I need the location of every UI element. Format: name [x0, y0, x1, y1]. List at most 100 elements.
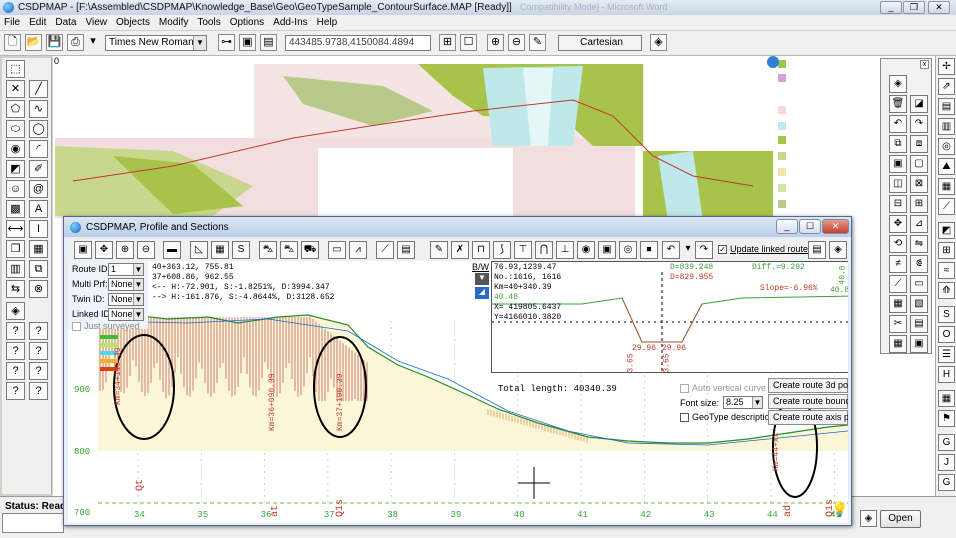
- new-file-icon[interactable]: 🗋: [4, 34, 21, 51]
- circle-tool-icon[interactable]: ◯: [29, 120, 48, 138]
- dlg-car-icon[interactable]: ⛍: [280, 241, 298, 259]
- update-linked-checkbox[interactable]: ✓ Update linked routes: [718, 244, 813, 255]
- line-tool-icon[interactable]: ╱: [29, 80, 48, 98]
- menu-add-ins[interactable]: Add-Ins: [273, 17, 307, 28]
- pencil-icon[interactable]: ✎: [529, 34, 546, 51]
- menu-file[interactable]: File: [4, 17, 20, 28]
- palette-group-icon[interactable]: ▣: [889, 155, 907, 173]
- palette-split-icon[interactable]: ◫: [889, 175, 907, 193]
- menu-modify[interactable]: Modify: [159, 17, 188, 28]
- query-cross-tool-icon[interactable]: ?: [29, 362, 48, 380]
- dlg-zoom-out-icon[interactable]: ⊖: [137, 241, 155, 259]
- palette-distribute-icon[interactable]: ⊞: [910, 195, 928, 213]
- triangle-down-icon[interactable]: ▼: [475, 273, 489, 285]
- open-file-icon[interactable]: 📂: [25, 34, 42, 51]
- query-tool-icon[interactable]: ?: [6, 322, 25, 340]
- zoom-in-icon[interactable]: ⊕: [487, 34, 504, 51]
- multi-prf-select[interactable]: None ▼: [108, 278, 144, 291]
- contour-icon[interactable]: ◎: [938, 138, 955, 155]
- bw-toggle[interactable]: B/W: [472, 262, 489, 272]
- dlg-image-icon[interactable]: ▣: [74, 241, 92, 259]
- palette-undo-icon[interactable]: ↶: [889, 115, 907, 133]
- dialog-maximize-button[interactable]: ☐: [799, 219, 821, 234]
- query-select-tool-icon[interactable]: ?: [29, 322, 48, 340]
- menu-view[interactable]: View: [85, 17, 107, 28]
- profile-view[interactable]: 76.93,1239.47 No.:1616, 1616 Km=40+340.3…: [68, 261, 848, 523]
- palette-merge-icon[interactable]: ⊠: [910, 175, 928, 193]
- text-tool-icon[interactable]: A: [29, 200, 48, 218]
- palette-trash-icon[interactable]: 🗑: [889, 95, 907, 113]
- surface-icon[interactable]: ◩: [938, 222, 955, 239]
- geotype-description-checkbox[interactable]: GeoType description: [680, 412, 775, 423]
- dimension-tool-icon[interactable]: ⟷: [6, 220, 25, 238]
- query-sum-tool-icon[interactable]: ?: [29, 382, 48, 400]
- just-surveyed-checkbox[interactable]: Just surveyed: [72, 321, 140, 332]
- palette-grid-icon[interactable]: ▦: [889, 335, 907, 353]
- minimize-button[interactable]: _: [880, 1, 902, 14]
- dlg-curve-icon[interactable]: ⟆: [493, 241, 511, 259]
- spiral-tool-icon[interactable]: @: [29, 180, 48, 198]
- dlg-zoom-in-icon[interactable]: ⊕: [116, 241, 134, 259]
- dlg-bus-icon[interactable]: ▣: [598, 241, 616, 259]
- menu-data[interactable]: Data: [55, 17, 76, 28]
- smiley-tool-icon[interactable]: ☺: [6, 180, 25, 198]
- dlg-redo-icon[interactable]: ↷: [695, 241, 713, 259]
- linked-id-select[interactable]: None ▼: [108, 308, 144, 321]
- create-route-boundary-button[interactable]: Create route boundary: [768, 394, 848, 409]
- image-icon[interactable]: ▣: [239, 34, 256, 51]
- palette-node-edit-icon[interactable]: ⧈: [910, 135, 928, 153]
- twin-id-select[interactable]: None ▼: [108, 293, 144, 306]
- dlg-layers-icon[interactable]: ◈: [829, 241, 847, 259]
- query-help-tool-icon[interactable]: ?: [29, 342, 48, 360]
- polygon-tool-icon[interactable]: ⬠: [6, 100, 25, 118]
- dlg-tunnel-icon[interactable]: ⋂: [535, 241, 553, 259]
- section-icon[interactable]: ▥: [938, 118, 955, 135]
- menu-objects[interactable]: Objects: [116, 17, 150, 28]
- ellipse-tool-icon[interactable]: ⬭: [6, 120, 25, 138]
- palette-image-icon[interactable]: ▣: [910, 335, 928, 353]
- print-icon[interactable]: ⎙: [67, 34, 84, 51]
- palette-hatch-icon[interactable]: ▧: [910, 295, 928, 313]
- flag-icon[interactable]: ⚑: [938, 410, 955, 427]
- font-size-select[interactable]: 8.25 ▼: [723, 396, 763, 409]
- dialog-close-button[interactable]: ✕: [822, 219, 849, 234]
- terrain-icon[interactable]: ⛰: [938, 158, 955, 175]
- list-icon[interactable]: ☰: [938, 346, 955, 363]
- dlg-bridge-icon[interactable]: ⊤: [514, 241, 532, 259]
- h-icon[interactable]: H: [938, 366, 955, 383]
- projection-field[interactable]: Cartesian: [558, 35, 642, 51]
- road-icon[interactable]: ⟰: [938, 282, 955, 299]
- dlg-crane-icon[interactable]: ⊥: [556, 241, 574, 259]
- palette-cut-icon[interactable]: ✂: [889, 315, 907, 333]
- snap-icon[interactable]: ✢: [938, 58, 955, 75]
- palette-offset-icon[interactable]: ⟃: [910, 255, 928, 273]
- cross-tool-icon[interactable]: ✕: [6, 80, 25, 98]
- menu-options[interactable]: Options: [230, 17, 264, 28]
- palette-shape-icon[interactable]: ▭: [910, 275, 928, 293]
- dlg-disabled-1-icon[interactable]: ⟋: [376, 241, 394, 259]
- color-grid-icon[interactable]: ▦: [938, 390, 955, 407]
- chart-tool-icon[interactable]: ▥: [6, 260, 25, 278]
- palette-align-icon[interactable]: ⊟: [889, 195, 907, 213]
- route-icon[interactable]: ⇗: [938, 78, 955, 95]
- palette-node-icon[interactable]: ⧉: [889, 135, 907, 153]
- marker-tool-icon[interactable]: I: [29, 220, 48, 238]
- river-icon[interactable]: ≈: [938, 262, 955, 279]
- ring-tool-icon[interactable]: ◉: [6, 140, 25, 158]
- dlg-pan-icon[interactable]: ✥: [95, 241, 113, 259]
- dlg-section-icon[interactable]: ◺: [190, 241, 208, 259]
- dlg-undo-dropdown-icon[interactable]: ▾: [683, 241, 693, 259]
- dlg-disabled-2-icon[interactable]: ▤: [397, 241, 415, 259]
- arrange-tool-icon[interactable]: ⇆: [6, 280, 25, 298]
- dlg-pen-icon[interactable]: ✎: [430, 241, 448, 259]
- key-icon[interactable]: ⊶: [218, 34, 235, 51]
- grid-icon[interactable]: ⊞: [439, 34, 456, 51]
- target-tool-icon[interactable]: ⊗: [29, 280, 48, 298]
- status-layers-icon[interactable]: ◈: [860, 510, 877, 527]
- dlg-truck-icon[interactable]: ⛟: [301, 241, 319, 259]
- palette-graph-icon[interactable]: ⟋: [889, 275, 907, 293]
- menu-help[interactable]: Help: [317, 17, 338, 28]
- dialog-minimize-button[interactable]: _: [776, 219, 798, 234]
- dlg-book-icon[interactable]: ▤: [808, 241, 826, 259]
- layer-tool-icon[interactable]: ◈: [6, 302, 25, 320]
